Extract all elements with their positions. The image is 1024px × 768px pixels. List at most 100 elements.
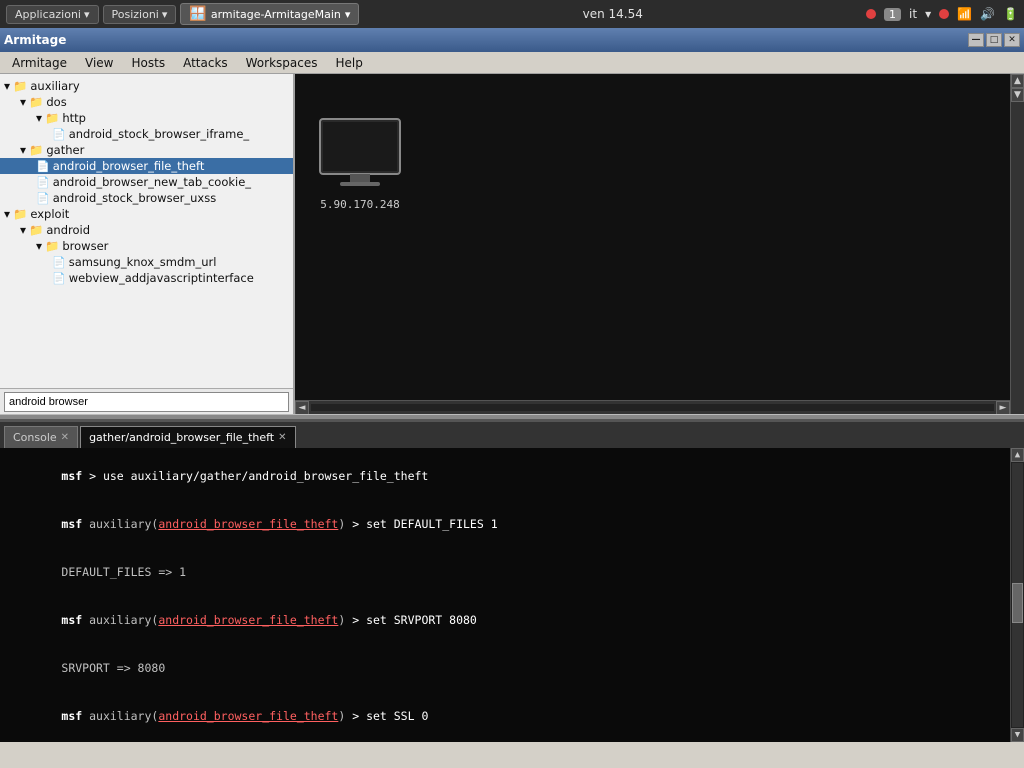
close-btn[interactable]: ✕ bbox=[1004, 33, 1020, 47]
file-icon-2: 📄 bbox=[36, 176, 50, 189]
folder-expand-icon-http: ▾ bbox=[36, 111, 42, 125]
positions-menu[interactable]: Posizioni ▾ bbox=[103, 5, 177, 24]
h-scroll-left[interactable]: ◄ bbox=[295, 401, 309, 414]
console-line-6: msf auxiliary(android_browser_file_theft… bbox=[6, 692, 1018, 740]
tree-label-dos: dos bbox=[46, 95, 66, 109]
file-icon-3: 📄 bbox=[36, 192, 50, 205]
console-line-3: DEFAULT_FILES => 1 bbox=[6, 548, 1018, 596]
host-node[interactable]: 5.90.170.248 bbox=[315, 114, 405, 211]
tree-label-exploit: exploit bbox=[30, 207, 69, 221]
maximize-btn[interactable]: □ bbox=[986, 33, 1002, 47]
volume-icon: 🔊 bbox=[980, 7, 995, 21]
file-icon-selected: 📄 bbox=[36, 160, 50, 173]
tree-node-browser[interactable]: ▾ 📁 browser bbox=[0, 238, 293, 254]
tree-label-android-stock-uxss: android_stock_browser_uxss bbox=[53, 191, 217, 205]
file-icon-5: 📄 bbox=[52, 272, 66, 285]
module-highlight-4: android_browser_file_theft bbox=[158, 613, 338, 627]
menu-bar: Armitage View Hosts Attacks Workspaces H… bbox=[0, 52, 1024, 74]
os-bar-center: ven 14.54 bbox=[583, 7, 643, 21]
folder-expand-icon-browser: ▾ bbox=[36, 239, 42, 253]
aux-label-6: auxiliary( bbox=[82, 709, 158, 723]
app-window: Armitage — □ ✕ Armitage View Hosts Attac… bbox=[0, 28, 1024, 768]
console-line-4: msf auxiliary(android_browser_file_theft… bbox=[6, 596, 1018, 644]
hosts-graph-panel[interactable]: 5.90.170.248 ▲ ▼ ◄ ► bbox=[295, 74, 1024, 414]
tab-console-close[interactable]: ✕ bbox=[61, 432, 69, 443]
folder-img-http: 📁 bbox=[45, 111, 59, 125]
tree-node-dos[interactable]: ▾ 📁 dos bbox=[0, 94, 293, 110]
cmd-4: > set SRVPORT 8080 bbox=[345, 613, 477, 627]
tab-gather[interactable]: gather/android_browser_file_theft ✕ bbox=[80, 426, 295, 448]
window-icon: 🪟 bbox=[189, 6, 206, 22]
console-scrollbar[interactable]: ▲ ▼ bbox=[1010, 448, 1024, 742]
right-panel-scrollbar[interactable]: ▲ ▼ bbox=[1010, 74, 1024, 414]
folder-img-android: 📁 bbox=[29, 223, 43, 237]
tree-node-webview[interactable]: 📄 webview_addjavascriptinterface bbox=[0, 270, 293, 286]
console-output: msf > use auxiliary/gather/android_brows… bbox=[0, 448, 1024, 742]
search-bar bbox=[0, 388, 293, 414]
console-scroll-thumb bbox=[1012, 583, 1023, 623]
tree-node-gather[interactable]: ▾ 📁 gather bbox=[0, 142, 293, 158]
console-line-1: msf > use auxiliary/gather/android_brows… bbox=[6, 452, 1018, 500]
tree-label-auxiliary: auxiliary bbox=[30, 79, 79, 93]
menu-attacks[interactable]: Attacks bbox=[175, 54, 236, 72]
apps-menu[interactable]: Applicazioni ▾ bbox=[6, 5, 99, 24]
tree-label-android-browser-new-tab: android_browser_new_tab_cookie_ bbox=[53, 175, 251, 189]
apps-label: Applicazioni bbox=[15, 8, 81, 21]
tree-label-android-exploit: android bbox=[46, 223, 90, 237]
tree-node-android-browser-file-theft[interactable]: 📄 android_browser_file_theft bbox=[0, 158, 293, 174]
folder-img-dos: 📁 bbox=[29, 95, 43, 109]
folder-img-exploit: 📁 bbox=[13, 207, 27, 221]
title-bar: Armitage — □ ✕ bbox=[0, 28, 1024, 52]
positions-label: Posizioni bbox=[112, 8, 159, 21]
console-scroll-track bbox=[1012, 463, 1023, 727]
folder-expand-icon-gather: ▾ bbox=[20, 143, 26, 157]
window-number: 1 bbox=[884, 8, 901, 21]
os-bar-right: 1 it ▾ 📶 🔊 🔋 bbox=[866, 7, 1018, 21]
tree-node-android-browser-new-tab[interactable]: 📄 android_browser_new_tab_cookie_ bbox=[0, 174, 293, 190]
msf-label-4: msf bbox=[61, 613, 82, 627]
tree-node-samsung-knox[interactable]: 📄 samsung_knox_smdm_url bbox=[0, 254, 293, 270]
tree-node-android-stock-iframe[interactable]: 📄 android_stock_browser_iframe_ bbox=[0, 126, 293, 142]
scroll-down-arrow[interactable]: ▼ bbox=[1011, 88, 1024, 102]
console-scroll-down[interactable]: ▼ bbox=[1011, 728, 1024, 742]
output-5: SRVPORT => 8080 bbox=[61, 661, 165, 675]
menu-view[interactable]: View bbox=[77, 54, 121, 72]
tree-label-gather: gather bbox=[46, 143, 84, 157]
os-taskbar: Applicazioni ▾ Posizioni ▾ 🪟 armitage-Ar… bbox=[0, 0, 1024, 28]
menu-workspaces[interactable]: Workspaces bbox=[238, 54, 326, 72]
os-bar-left: Applicazioni ▾ Posizioni ▾ 🪟 armitage-Ar… bbox=[6, 3, 359, 25]
tree-node-http[interactable]: ▾ 📁 http bbox=[0, 110, 293, 126]
menu-armitage[interactable]: Armitage bbox=[4, 54, 75, 72]
console-line-2: msf auxiliary(android_browser_file_theft… bbox=[6, 500, 1018, 548]
minimize-btn[interactable]: — bbox=[968, 33, 984, 47]
module-tree: ▾ 📁 auxiliary ▾ 📁 dos ▾ 📁 http bbox=[0, 74, 293, 388]
search-input[interactable] bbox=[4, 392, 289, 412]
active-window-btn[interactable]: 🪟 armitage-ArmitageMain ▾ bbox=[180, 3, 359, 25]
tab-console[interactable]: Console ✕ bbox=[4, 426, 78, 448]
tree-node-auxiliary[interactable]: ▾ 📁 auxiliary bbox=[0, 78, 293, 94]
h-scroll-right[interactable]: ► bbox=[996, 401, 1010, 414]
tree-label-android-browser-file-theft: android_browser_file_theft bbox=[53, 159, 205, 173]
tab-gather-close[interactable]: ✕ bbox=[278, 432, 286, 443]
tree-node-exploit[interactable]: ▾ 📁 exploit bbox=[0, 206, 293, 222]
folder-expand-icon-dos: ▾ bbox=[20, 95, 26, 109]
tree-node-android-stock-uxss[interactable]: 📄 android_stock_browser_uxss bbox=[0, 190, 293, 206]
lang-indicator: it bbox=[909, 7, 917, 21]
aux-label-4: auxiliary( bbox=[82, 613, 158, 627]
apps-chevron: ▾ bbox=[84, 8, 90, 21]
console-scroll-up[interactable]: ▲ bbox=[1011, 448, 1024, 462]
folder-img-icon: 📁 bbox=[13, 79, 27, 93]
tree-node-android-exploit[interactable]: ▾ 📁 android bbox=[0, 222, 293, 238]
scroll-up-arrow[interactable]: ▲ bbox=[1011, 74, 1024, 88]
output-3: DEFAULT_FILES => 1 bbox=[61, 565, 186, 579]
red-indicator bbox=[866, 9, 876, 19]
menu-hosts[interactable]: Hosts bbox=[124, 54, 174, 72]
tab-gather-label: gather/android_browser_file_theft bbox=[89, 431, 274, 444]
wifi-icon: 📶 bbox=[957, 7, 972, 21]
menu-help[interactable]: Help bbox=[327, 54, 370, 72]
host-ip-label: 5.90.170.248 bbox=[320, 198, 399, 211]
folder-img-browser: 📁 bbox=[45, 239, 59, 253]
monitor-svg bbox=[315, 114, 405, 194]
app-title: Armitage bbox=[4, 33, 66, 47]
msf-label-1: msf bbox=[61, 469, 82, 483]
